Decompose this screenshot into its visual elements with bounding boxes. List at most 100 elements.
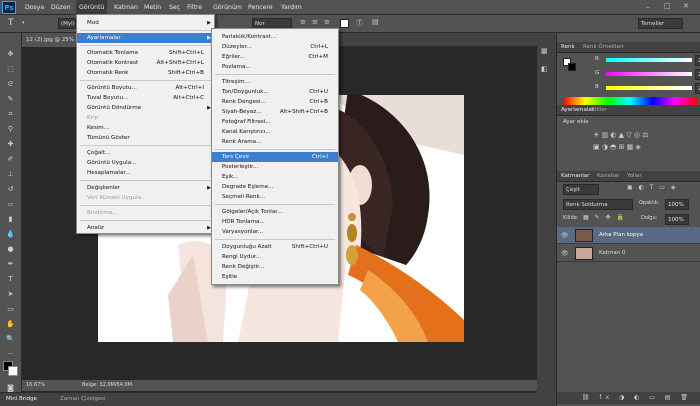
adjust-menu-item[interactable]: Ters Çevir Ctrl+I [212,152,338,162]
type-tool-icon[interactable]: T [8,18,14,28]
layer-name[interactable]: Arka Plan kopya [599,227,643,244]
layer-filter-icons[interactable]: ▣ ◐ T ▭ ◈ [627,184,677,191]
eraser-tool-icon[interactable]: ▱ [4,199,17,210]
align-center-icon[interactable]: ≡ [312,18,318,26]
adjust-menu-item[interactable]: Renk Değiştir... [212,262,338,272]
dodge-tool-icon[interactable]: ● [4,244,17,255]
warp-text-icon[interactable]: Ⓣ [356,18,363,28]
crop-tool-icon[interactable]: ⌗ [4,109,17,120]
background-swatch[interactable] [568,63,576,71]
maximize-icon[interactable]: □ [664,2,671,10]
adjust-menu-item[interactable]: Rengi Uydur... [212,252,338,262]
image-menu-item[interactable]: Tümünü Göster [77,133,214,143]
pen-tool-icon[interactable]: ✒ [4,259,17,270]
adjust-menu-item[interactable]: Degrade Eşleme... [212,182,338,192]
lasso-tool-icon[interactable]: ᘓ [4,79,17,90]
tab-paths[interactable]: Yollar [627,171,642,182]
adjust-menu-item[interactable]: Posterleştir... [212,162,338,172]
image-menu-item[interactable]: Değişkenler ▶ [77,183,214,193]
adjust-menu-item[interactable]: Varyasyonlar... [212,227,338,237]
adjust-menu-item[interactable]: Eşik... [212,172,338,182]
image-menu-item[interactable]: Analiz ▶ [77,223,214,233]
image-menu-item[interactable]: Görüntü Döndürme ▶ [77,103,214,113]
tab-adjustments[interactable]: Ayarlamalar [561,105,594,116]
menu-help[interactable]: Yardım [278,0,305,15]
workspace-select[interactable]: Temeller [638,18,683,29]
adjust-menu-item[interactable]: Düzeyler... Ctrl+L [212,42,338,52]
eye-icon[interactable]: 👁 [561,227,569,244]
adjust-menu-item[interactable]: Pozlama... [212,62,338,72]
quick-select-tool-icon[interactable]: ✎ [4,94,17,105]
adjust-menu-item[interactable]: Parlaklık/Kontrast... [212,32,338,42]
menu-file[interactable]: Dosya [22,0,47,15]
blue-value[interactable]: 255 [695,83,700,94]
align-left-icon[interactable]: ≡ [300,18,306,26]
opacity-field[interactable]: 100% [665,199,689,210]
adjust-menu-item[interactable]: Titreşim... [212,77,338,87]
adjustment-icons-grid[interactable]: ☀ ▥ ◐ ▲ ▽ ◎ ⚖ ▣ ◑ ◓ ⊞ ▦ ◈ [593,129,693,159]
image-menu-item[interactable]: Hesaplamalar... [77,168,214,178]
hand-tool-icon[interactable]: ✋ [4,319,17,330]
panels-toggle-icon[interactable]: ▤ [372,18,379,26]
text-color-swatch[interactable] [340,19,349,28]
fill-field[interactable]: 100% [665,214,689,225]
text-tool-icon[interactable]: T [4,274,17,285]
eyedropper-tool-icon[interactable]: ⚲ [4,124,17,135]
menu-layer[interactable]: Katman [111,0,141,15]
tab-layers[interactable]: Katmanlar [561,171,589,182]
tab-mini-bridge[interactable]: Mini Bridge [6,393,37,406]
adjust-menu-item[interactable]: Seçmeli Renk... [212,192,338,202]
blur-tool-icon[interactable]: 💧 [4,229,17,240]
tab-styles[interactable]: Stiller [591,105,607,116]
menu-select[interactable]: Seç [166,0,183,15]
layer-name[interactable]: Katman 0 [599,245,626,262]
eye-icon[interactable]: 👁 [561,245,569,262]
image-menu-item[interactable]: Otomatik Renk Shift+Ctrl+B [77,68,214,78]
blend-mode-select[interactable]: Renk Soldurma [563,199,633,210]
layers-footer-icons[interactable]: ⛓ fx ◑ ◐ ▭ ▤ 🗑 [557,392,700,404]
layer-row[interactable]: 👁 Katman 0 [557,245,700,262]
adjust-menu-item[interactable]: Fotoğraf Filtresi... [212,117,338,127]
tab-channels[interactable]: Kanallar [597,171,619,182]
tab-color[interactable]: Renk [561,42,575,53]
path-select-icon[interactable]: ➤ [4,289,17,300]
align-right-icon[interactable]: ≡ [324,18,330,26]
adjust-menu-item[interactable]: Renk Arama... [212,137,338,147]
adjust-menu-item[interactable]: Siyah-Beyaz... Alt+Shift+Ctrl+B [212,107,338,117]
adjust-menu-item[interactable]: Kanal Karıştırıcı... [212,127,338,137]
image-menu-item[interactable]: Kırp [77,113,214,123]
clone-stamp-icon[interactable]: ⊥ [4,169,17,180]
image-menu-item[interactable]: Mod ▶ [77,18,214,28]
adjust-menu-item[interactable]: Ton/Doygunluk... Ctrl+U [212,87,338,97]
more-tools-icon[interactable]: … [4,347,17,358]
layer-row[interactable]: 👁 Arka Plan kopya [557,227,700,244]
adjust-menu-item[interactable]: Eğriler... Ctrl+M [212,52,338,62]
image-menu-item[interactable]: Otomatik Kontrast Alt+Shift+Ctrl+L [77,58,214,68]
green-value[interactable]: 255 [695,69,700,80]
chevron-down-icon[interactable]: ▾ [22,20,25,26]
background-color-swatch[interactable] [8,366,18,376]
image-menu-item[interactable]: Otomatik Tonlama Shift+Ctrl+L [77,48,214,58]
image-menu-item[interactable]: Tuval Boyutu... Alt+Ctrl+C [77,93,214,103]
shape-tool-icon[interactable]: ▭ [4,304,17,315]
image-menu-item[interactable]: Bindirme... [77,208,214,218]
brush-tool-icon[interactable]: ✐ [4,154,17,165]
adjust-menu-item[interactable]: Eşitle [212,272,338,282]
menu-type[interactable]: Metin [141,0,164,15]
gradient-tool-icon[interactable]: ▮ [4,214,17,225]
layer-filter-select[interactable]: Çeşit [563,184,599,195]
blue-slider[interactable] [606,86,692,90]
lock-icons[interactable]: ▦ ✎ ✥ 🔒 [583,214,626,221]
image-menu-item[interactable]: Çoğalt... [77,148,214,158]
close-icon[interactable]: ✕ [683,2,689,10]
history-panel-icon[interactable]: ▦ [541,47,548,55]
menu-image[interactable]: Görüntü [76,0,108,15]
menu-filter[interactable]: Filtre [184,0,205,15]
red-value[interactable]: 255 [695,55,700,66]
adjust-menu-item[interactable]: Renk Dengesi... Ctrl+B [212,97,338,107]
image-menu-item[interactable]: Ayarlamalar ▶ [77,33,214,43]
move-tool-icon[interactable]: ✥ [4,49,17,60]
zoom-tool-icon[interactable]: 🔍 [4,334,17,345]
menu-edit[interactable]: Düzen [48,0,74,15]
healing-brush-icon[interactable]: ✚ [4,139,17,150]
